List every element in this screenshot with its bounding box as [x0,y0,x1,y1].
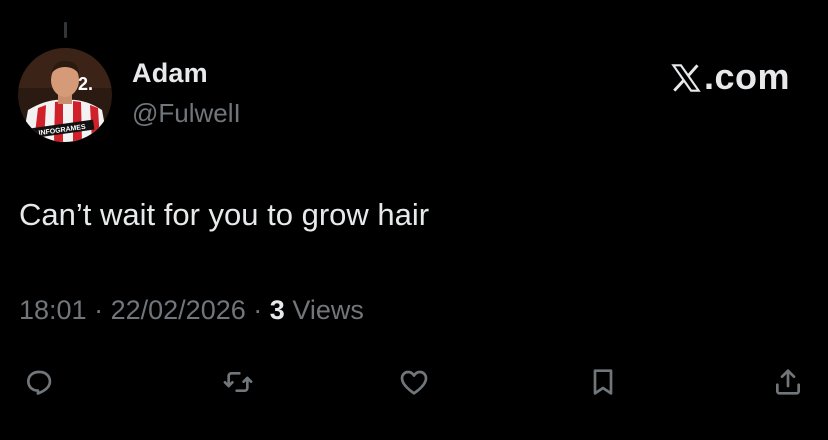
reply-button[interactable] [19,362,59,402]
view-count: 3 [269,295,285,325]
retweet-button[interactable] [218,362,258,402]
meta-separator: · [94,295,104,325]
like-icon [400,370,428,395]
x-logo-icon [670,61,702,93]
bookmark-button[interactable] [583,362,623,402]
tweet-time[interactable]: 18:01 [19,295,87,325]
brand-label: .com [703,56,790,97]
author-handle[interactable]: @FulwelI [132,98,241,129]
meta-separator: · [253,295,263,325]
share-icon [776,369,800,395]
retweet-icon [223,372,253,392]
avatar-image: INFOGRAMES 2. [18,48,112,142]
like-button[interactable] [394,362,434,402]
views-label: Views [292,295,364,325]
bookmark-icon [593,369,613,395]
thread-connector-line [64,22,67,38]
avatar[interactable]: INFOGRAMES 2. [18,48,112,142]
avatar-badge: 2. [78,74,93,94]
author-display-name[interactable]: Adam [132,58,208,89]
tweet-text: Can’t wait for you to grow hair [19,197,430,232]
brand-link[interactable]: .com [670,56,790,98]
reply-icon [27,370,52,395]
tweet-meta: 18:01 · 22/02/2026 · 3 Views [19,295,364,326]
tweet-date[interactable]: 22/02/2026 [111,295,246,325]
share-button[interactable] [768,362,808,402]
